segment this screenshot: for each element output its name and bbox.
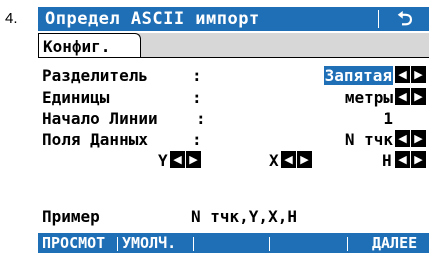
arrow-left-icon[interactable]: ◀ [170,151,185,168]
start-line-colon: : [196,109,206,128]
arrow-left-icon[interactable]: ◀ [281,151,296,168]
tab-config-label: Конфиг. [43,37,111,56]
title-bar: Определ ASCII импорт ⮌ [38,7,429,31]
delimiter-colon: : [192,66,202,85]
softkey-default[interactable]: УМОЛЧ. [122,234,176,252]
x-field-selector[interactable]: ◀ ▶ [281,151,313,168]
data-fields-value[interactable]: N тчк [345,130,393,149]
tab-strip: Конфиг. [38,33,429,58]
softkey-view[interactable]: ПРОСМОТ [42,234,105,252]
example-label: Пример [42,207,100,226]
data-fields-selector[interactable]: ◀ ▶ [395,130,427,147]
softkey-bar: ПРОСМОТ УМОЛЧ. ДАЛЕЕ [38,233,429,253]
softkey-separator [269,237,270,251]
step-number: 4. [5,10,18,27]
arrow-left-icon[interactable]: ◀ [395,66,410,83]
arrow-right-icon[interactable]: ▶ [411,130,426,147]
start-line-value[interactable]: 1 [383,109,393,128]
coord-order-row: Y ◀ ▶ X ◀ ▶ H ◀ ▶ [38,150,429,170]
arrow-right-icon[interactable]: ▶ [411,151,426,168]
title-separator [378,10,379,28]
softkey-separator [347,237,348,251]
delimiter-label: Разделитель [42,66,148,85]
data-fields-row: Поля Данных : N тчк ◀ ▶ [38,129,429,149]
tab-config[interactable]: Конфиг. [38,33,141,57]
x-field-label: X [269,151,279,170]
units-label: Единицы [42,88,110,107]
example-value: N тчк,Y,X,H [191,207,297,226]
example-row: Пример N тчк,Y,X,H [38,206,429,226]
data-fields-label: Поля Данных [42,130,148,149]
device-screen: Определ ASCII импорт ⮌ Конфиг. Разделите… [38,7,429,253]
start-line-label: Начало Линии [42,109,158,128]
units-row: Единицы : метры ◀ ▶ [38,87,429,107]
back-icon[interactable]: ⮌ [390,8,420,30]
arrow-right-icon[interactable]: ▶ [297,151,312,168]
units-value[interactable]: метры [345,88,393,107]
arrow-right-icon[interactable]: ▶ [411,66,426,83]
softkey-separator [193,237,194,251]
h-field-selector[interactable]: ◀ ▶ [395,151,427,168]
delimiter-row: Разделитель : Запятая ◀ ▶ [38,65,429,85]
softkey-separator [117,237,118,251]
units-colon: : [192,88,202,107]
arrow-left-icon[interactable]: ◀ [395,130,410,147]
arrow-right-icon[interactable]: ▶ [411,88,426,105]
h-field-label: H [382,151,392,170]
softkey-next[interactable]: ДАЛЕЕ [372,234,417,252]
arrow-left-icon[interactable]: ◀ [395,88,410,105]
delimiter-value[interactable]: Запятая [323,66,393,85]
arrow-left-icon[interactable]: ◀ [395,151,410,168]
delimiter-selector[interactable]: ◀ ▶ [395,66,427,83]
start-line-row: Начало Линии : 1 [38,108,429,128]
units-selector[interactable]: ◀ ▶ [395,88,427,105]
arrow-right-icon[interactable]: ▶ [186,151,201,168]
screen-title: Определ ASCII импорт [45,9,260,29]
y-field-label: Y [158,151,168,170]
y-field-selector[interactable]: ◀ ▶ [170,151,202,168]
data-fields-colon: : [192,130,202,149]
